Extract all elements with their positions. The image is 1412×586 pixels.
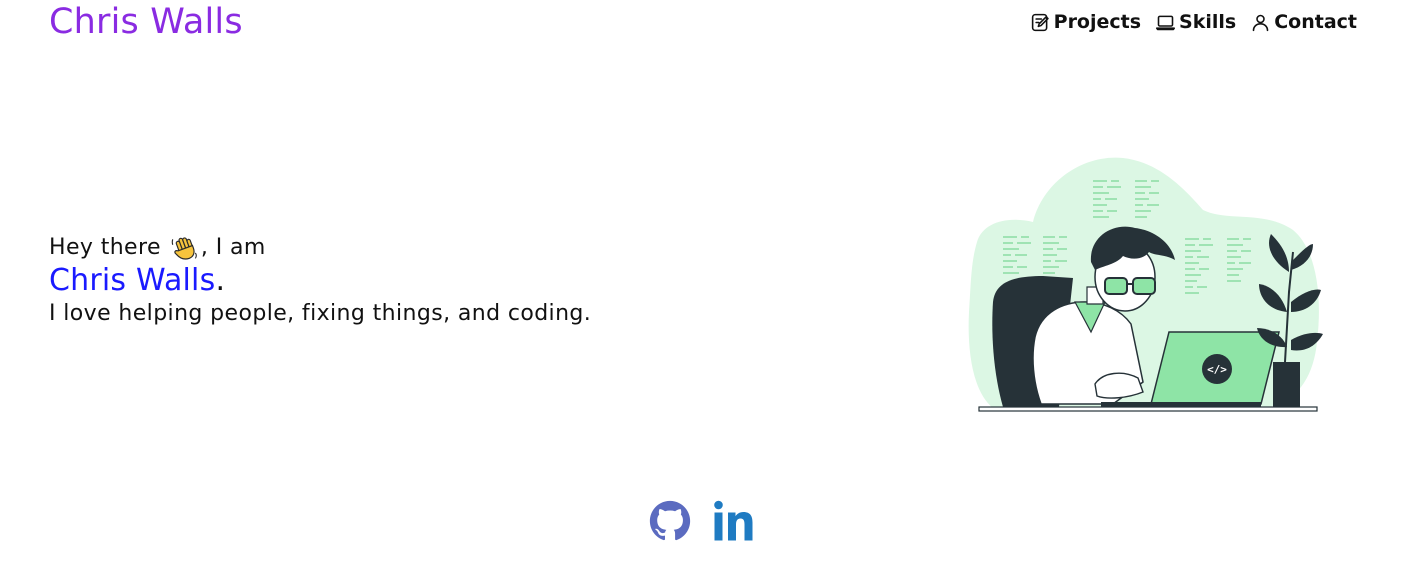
edit-note-icon <box>1030 12 1051 33</box>
brand-logo-link[interactable]: Chris Walls <box>49 1 243 43</box>
hero-name-period: . <box>215 263 226 298</box>
person-icon <box>1250 12 1271 33</box>
hero-name-line: Chris Walls. <box>49 264 669 298</box>
nav-projects[interactable]: Projects <box>1030 8 1141 36</box>
greeting-suffix: , I am <box>200 235 266 260</box>
greeting-line: Hey there , I am <box>49 231 669 264</box>
nav-skills[interactable]: Skills <box>1155 8 1236 36</box>
linkedin-icon <box>713 499 757 547</box>
hero-section: Hey there , I am Chris Walls. I love hel… <box>49 231 669 330</box>
laptop-icon <box>1155 12 1176 33</box>
github-icon <box>649 500 691 546</box>
nav-contact-label: Contact <box>1274 11 1357 33</box>
github-link[interactable] <box>649 500 691 546</box>
nav-contact[interactable]: Contact <box>1250 8 1357 36</box>
hero-name: Chris Walls <box>49 263 216 298</box>
hero-tagline: I love helping people, fixing things, an… <box>49 301 592 326</box>
svg-text:</>: </> <box>1207 363 1227 376</box>
nav-skills-label: Skills <box>1179 11 1237 33</box>
developer-at-laptop-illustration: </> <box>963 152 1325 416</box>
nav-projects-label: Projects <box>1053 11 1142 33</box>
social-links <box>649 499 757 547</box>
waving-hand-icon <box>170 233 199 262</box>
linkedin-link[interactable] <box>713 499 757 547</box>
greeting-prefix: Hey there <box>49 235 161 260</box>
main-nav: Projects Skills Contact <box>1030 8 1357 36</box>
portfolio-page: Chris Walls Projects Skills Contact Hey … <box>0 0 1412 586</box>
